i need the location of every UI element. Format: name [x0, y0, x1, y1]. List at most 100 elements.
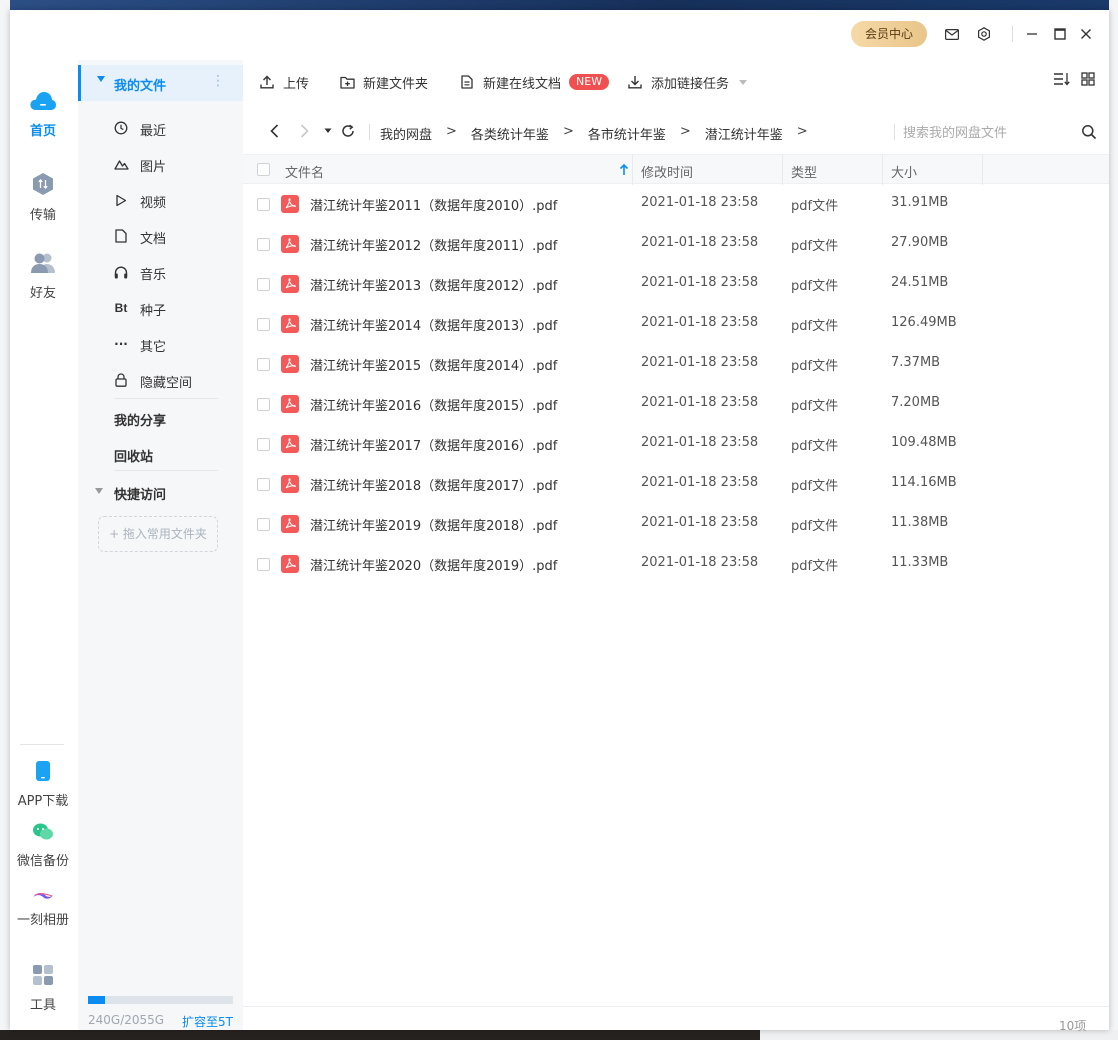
breadcrumb-item[interactable]: 潜江统计年鉴 [705, 124, 783, 143]
file-name[interactable]: 潜江统计年鉴2019（数据年度2018）.pdf [310, 515, 557, 534]
dropdown-caret-icon[interactable] [739, 79, 748, 85]
file-name[interactable]: 潜江统计年鉴2013（数据年度2012）.pdf [310, 275, 557, 294]
column-header-type[interactable]: 类型 [791, 162, 817, 181]
sidebar-item-music[interactable]: 音乐 [78, 254, 243, 290]
history-dropdown-icon[interactable] [319, 122, 337, 140]
row-checkbox[interactable] [257, 238, 270, 251]
refresh-icon[interactable] [339, 122, 357, 140]
breadcrumb-item[interactable]: 各类统计年鉴 [471, 124, 549, 143]
add-favorite-folder-dropzone[interactable]: + 拖入常用文件夹 [98, 516, 218, 552]
sidebar-item-recycle-bin[interactable]: 回收站 [114, 446, 153, 465]
nav-item-transfer[interactable]: 传输 [10, 172, 76, 223]
nav-item-tools[interactable]: 工具 [10, 964, 76, 1013]
back-icon[interactable] [265, 122, 283, 140]
search-input[interactable] [903, 122, 1083, 144]
row-checkbox[interactable] [257, 518, 270, 531]
row-checkbox[interactable] [257, 478, 270, 491]
row-checkbox[interactable] [257, 278, 270, 291]
sidebar-item-torrents[interactable]: Bt 种子 [78, 290, 243, 326]
nav-label-friends: 好友 [29, 286, 56, 301]
sidebar-item-other[interactable]: ··· 其它 [78, 326, 243, 362]
upload-button[interactable]: 上传 [259, 72, 309, 92]
table-row[interactable]: 潜江统计年鉴2016（数据年度2015）.pdf 2021-01-18 23:5… [243, 384, 1109, 424]
grid-view-icon[interactable] [1081, 72, 1095, 90]
sidebar-item-quick-access[interactable]: 快捷访问 [114, 484, 166, 503]
minimize-icon[interactable] [1022, 24, 1042, 44]
search-icon[interactable] [1081, 124, 1097, 140]
nav-item-home[interactable]: 首页 [10, 90, 76, 139]
file-name[interactable]: 潜江统计年鉴2020（数据年度2019）.pdf [310, 555, 557, 574]
expand-storage-link[interactable]: 扩容至5T [182, 1013, 233, 1030]
column-resize-handle[interactable] [632, 155, 633, 185]
column-resize-handle[interactable] [782, 155, 783, 185]
sidebar-item-images[interactable]: 图片 [78, 146, 243, 182]
row-checkbox[interactable] [257, 398, 270, 411]
new-folder-button[interactable]: 新建文件夹 [339, 72, 428, 92]
sidebar-item-documents[interactable]: 文档 [78, 218, 243, 254]
table-row[interactable]: 潜江统计年鉴2013（数据年度2012）.pdf 2021-01-18 23:5… [243, 264, 1109, 304]
nav-item-app-download[interactable]: APP下载 [10, 760, 76, 809]
file-name[interactable]: 潜江统计年鉴2014（数据年度2013）.pdf [310, 315, 557, 334]
file-name[interactable]: 潜江统计年鉴2011（数据年度2010）.pdf [310, 195, 557, 214]
file-modified-time: 2021-01-18 23:58 [641, 515, 759, 530]
column-resize-handle[interactable] [982, 155, 983, 185]
sort-ascending-icon[interactable] [619, 164, 629, 176]
breadcrumb-item[interactable]: 我的网盘 [380, 124, 432, 143]
sort-list-icon[interactable] [1053, 72, 1071, 90]
column-resize-handle[interactable] [882, 155, 883, 185]
file-name[interactable]: 潜江统计年鉴2018（数据年度2017）.pdf [310, 475, 557, 494]
breadcrumb-item[interactable]: 各市统计年鉴 [588, 124, 666, 143]
sidebar-item-hidden-space[interactable]: 隐藏空间 [78, 362, 243, 398]
table-row[interactable]: 潜江统计年鉴2011（数据年度2010）.pdf 2021-01-18 23:5… [243, 184, 1109, 224]
file-name[interactable]: 潜江统计年鉴2015（数据年度2014）.pdf [310, 355, 557, 374]
sidebar-item-videos[interactable]: 视频 [78, 182, 243, 218]
vip-center-button[interactable]: 会员中心 [851, 21, 927, 47]
more-vertical-icon[interactable]: ⋮ [211, 73, 225, 89]
nav-item-friends[interactable]: 好友 [10, 252, 76, 301]
collapse-arrow-icon[interactable] [95, 488, 103, 494]
table-row[interactable]: 潜江统计年鉴2018（数据年度2017）.pdf 2021-01-18 23:5… [243, 464, 1109, 504]
file-name[interactable]: 潜江统计年鉴2016（数据年度2015）.pdf [310, 395, 557, 414]
table-row[interactable]: 潜江统计年鉴2014（数据年度2013）.pdf 2021-01-18 23:5… [243, 304, 1109, 344]
row-checkbox[interactable] [257, 198, 270, 211]
expand-arrow-icon[interactable] [97, 76, 105, 82]
sidebar-label-torrents: 种子 [140, 304, 167, 319]
close-icon[interactable] [1076, 24, 1096, 44]
storage-progress-fill [88, 996, 105, 1004]
sidebar-label-hidden-space: 隐藏空间 [140, 376, 193, 391]
add-link-task-button[interactable]: 添加链接任务 [627, 72, 748, 92]
table-row[interactable]: 潜江统计年鉴2020（数据年度2019）.pdf 2021-01-18 23:5… [243, 544, 1109, 584]
gear-icon[interactable] [974, 24, 994, 44]
sidebar-divider [114, 470, 218, 471]
mail-icon[interactable] [942, 24, 962, 44]
table-row[interactable]: 潜江统计年鉴2015（数据年度2014）.pdf 2021-01-18 23:5… [243, 344, 1109, 384]
maximize-icon[interactable] [1050, 24, 1070, 44]
pdf-file-icon [281, 355, 299, 373]
column-header-size[interactable]: 大小 [891, 162, 917, 181]
desktop-background-bottom [0, 1030, 1118, 1040]
sidebar-item-my-files[interactable]: 我的文件 ⋮ [78, 65, 243, 101]
sidebar-item-my-share[interactable]: 我的分享 [114, 410, 166, 429]
row-checkbox[interactable] [257, 318, 270, 331]
nav-label-home: 首页 [29, 124, 56, 139]
table-row[interactable]: 潜江统计年鉴2012（数据年度2011）.pdf 2021-01-18 23:5… [243, 224, 1109, 264]
column-header-modified[interactable]: 修改时间 [641, 162, 693, 181]
file-type: pdf文件 [791, 279, 839, 294]
sidebar-item-recent[interactable]: 最近 [78, 110, 243, 146]
file-type: pdf文件 [791, 199, 839, 214]
row-checkbox[interactable] [257, 558, 270, 571]
row-checkbox[interactable] [257, 358, 270, 371]
row-checkbox[interactable] [257, 438, 270, 451]
new-folder-icon [339, 74, 355, 90]
select-all-checkbox[interactable] [257, 163, 270, 176]
nav-item-wechat-backup[interactable]: 微信备份 [10, 822, 76, 869]
column-header-name[interactable]: 文件名 [285, 162, 324, 181]
nav-item-album[interactable]: 一刻相册 [10, 890, 76, 928]
breadcrumb: 我的网盘 > 各类统计年鉴 > 各市统计年鉴 > 潜江统计年鉴 > [380, 124, 822, 143]
forward-icon[interactable] [295, 122, 313, 140]
table-row[interactable]: 潜江统计年鉴2017（数据年度2016）.pdf 2021-01-18 23:5… [243, 424, 1109, 464]
file-name[interactable]: 潜江统计年鉴2017（数据年度2016）.pdf [310, 435, 557, 454]
file-name[interactable]: 潜江统计年鉴2012（数据年度2011）.pdf [310, 235, 557, 254]
new-online-doc-button[interactable]: 新建在线文档 NEW [459, 72, 610, 92]
table-row[interactable]: 潜江统计年鉴2019（数据年度2018）.pdf 2021-01-18 23:5… [243, 504, 1109, 544]
